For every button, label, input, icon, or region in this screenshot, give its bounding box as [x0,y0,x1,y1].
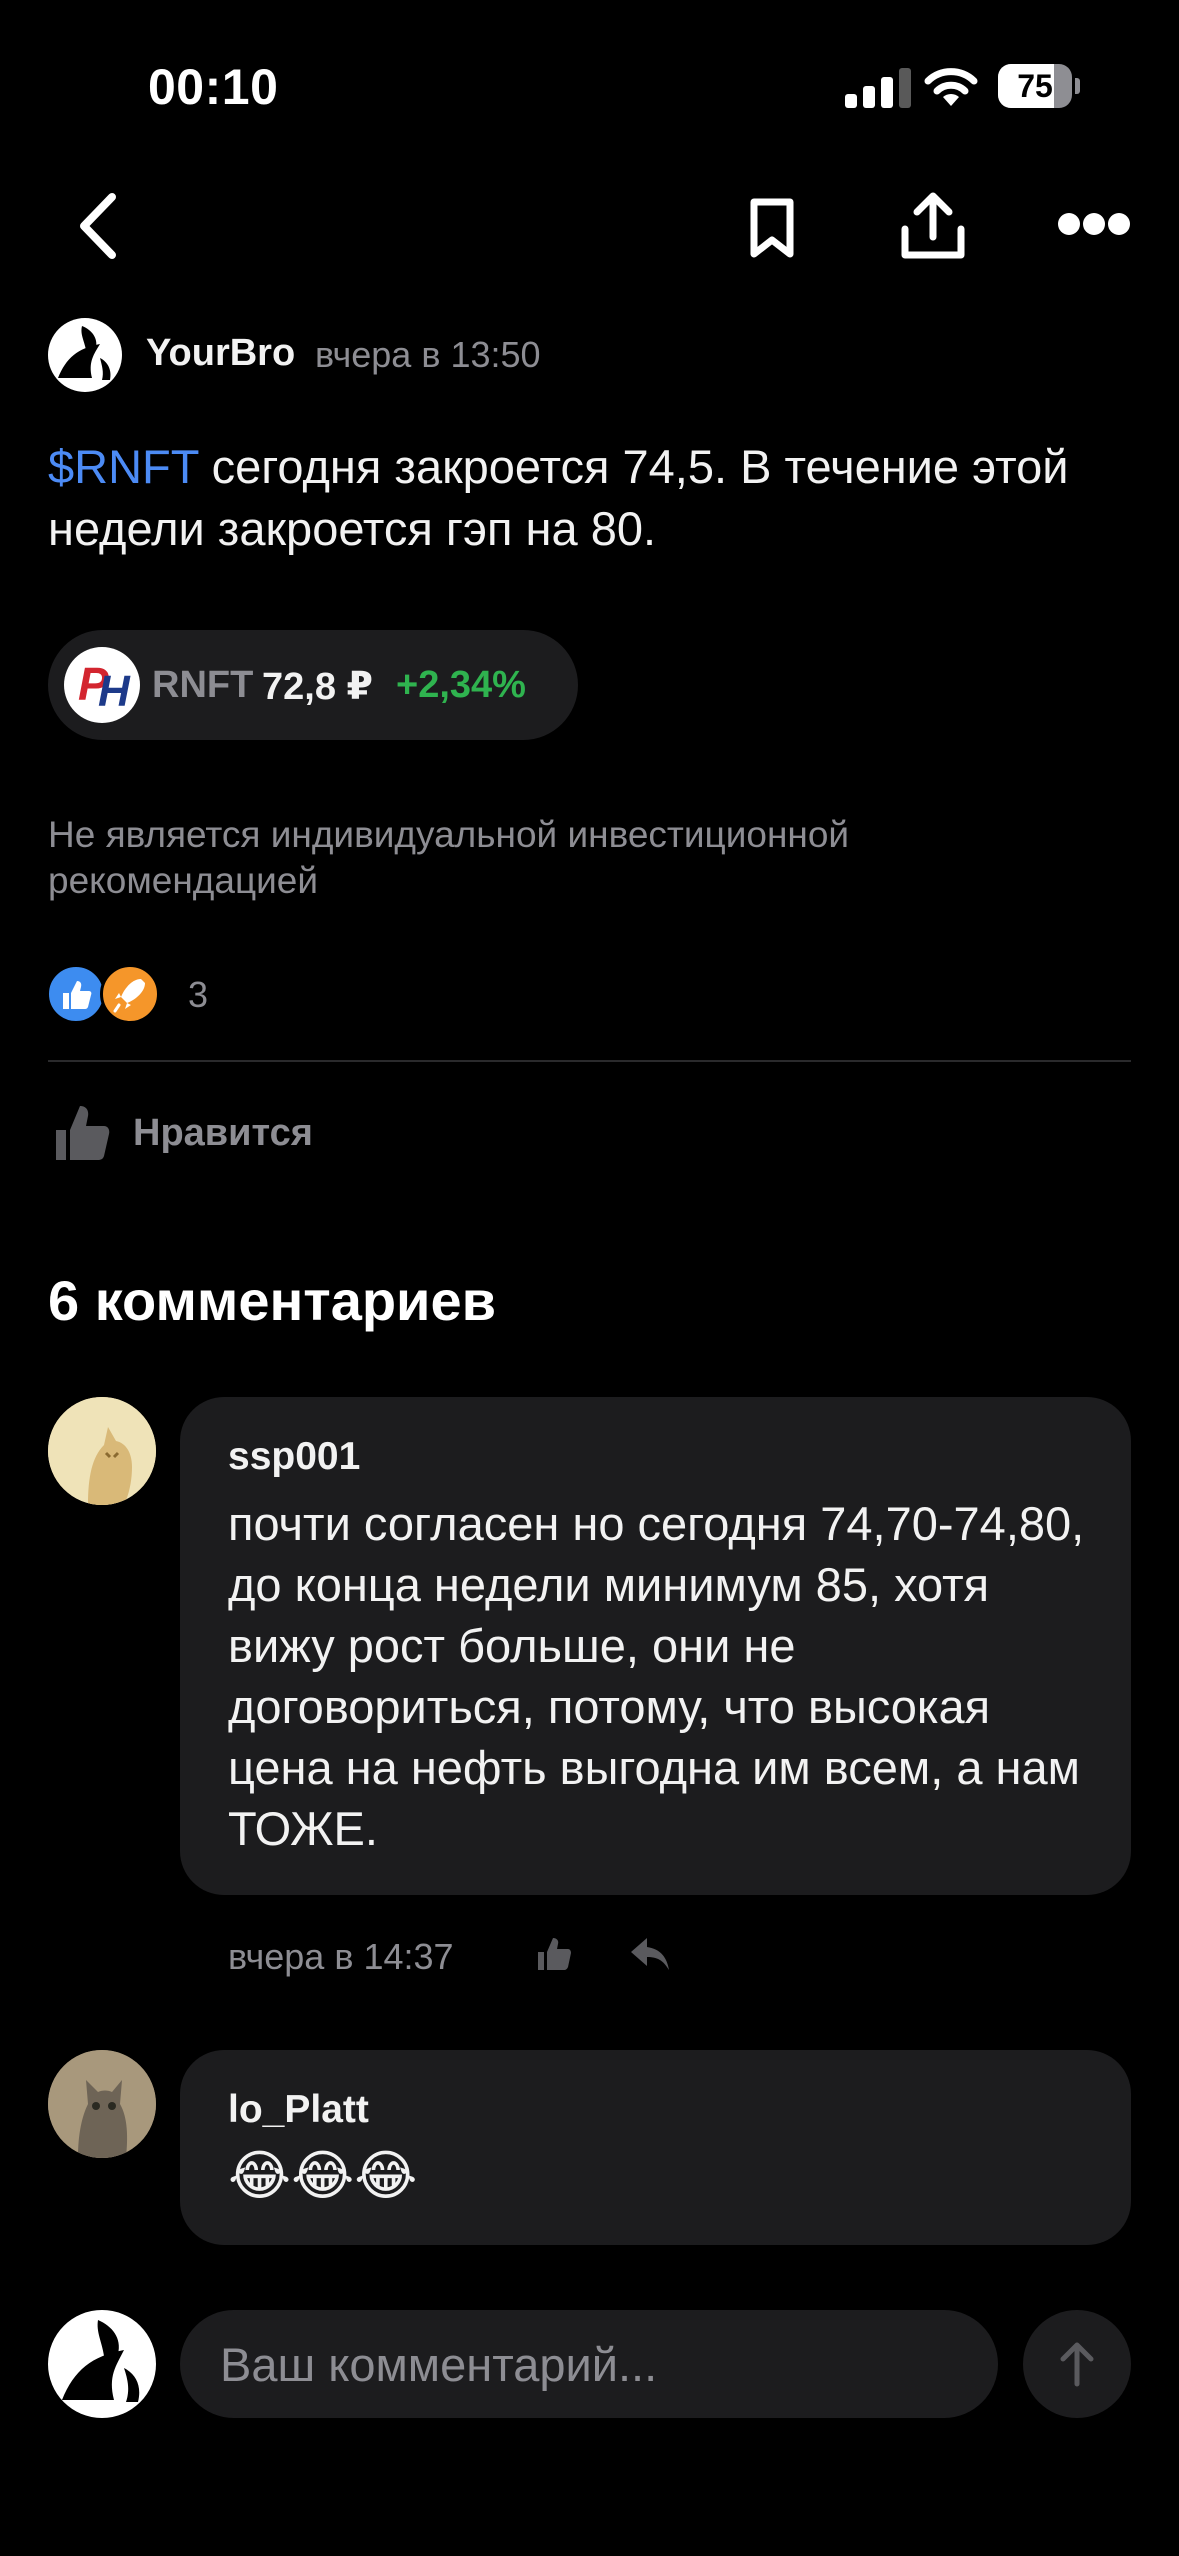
arrow-up-icon [1060,2342,1094,2387]
rocket-reaction-icon[interactable] [100,964,160,1024]
battery-icon: 75 [998,64,1080,108]
comments-title: 6 комментариев [48,1269,497,1332]
battery-level: 75 [1017,68,1053,104]
ticker-link[interactable]: $RNFT [48,440,199,493]
like-label[interactable]: Нравится [133,1112,313,1155]
chip-price: 72,8 ₽ [262,666,373,708]
ticker-chip[interactable]: PH RNFT 72,8 ₽ +2,34% [48,630,578,740]
comment-like-icon[interactable] [532,1932,576,1976]
bookmark-icon[interactable] [740,190,804,266]
signal-icon [845,68,911,108]
comment-input[interactable] [180,2310,998,2418]
comment-text: 😂😂😂 [228,2146,418,2206]
back-icon[interactable] [70,188,126,264]
thumbs-up-reaction-icon[interactable] [46,964,106,1024]
more-icon[interactable] [1058,208,1130,240]
status-bar: 00:10 75 [0,0,1179,175]
commenter-avatar[interactable] [48,2050,156,2158]
post-time: вчера в 13:50 [315,334,541,375]
author-avatar[interactable] [48,318,122,392]
disclaimer: Не является индивидуальной инвестиционно… [48,814,850,901]
comment-author[interactable]: ssp001 [228,1435,360,1479]
thumbs-up-icon [56,1106,110,1160]
my-avatar [48,2310,156,2418]
divider [48,1060,1131,1062]
comment-text: почти согласен но сегодня 74,70-74,80, д… [228,1497,1085,1855]
share-icon[interactable] [898,186,968,266]
comment-bubble: lo_Platt 😂😂😂 [180,2050,1131,2245]
status-time: 00:10 [148,59,279,115]
chip-change: +2,34% [396,664,526,706]
reply-icon[interactable] [628,1932,672,1976]
rusnarbank-logo-icon: PH [64,647,140,723]
reactions-count: 3 [188,974,209,1015]
comment-time: вчера в 14:37 [228,1936,454,1977]
post-text: $RNFT сегодня закроется 74,5. В течение … [48,436,1128,560]
comment-bubble: ssp001 почти согласен но сегодня 74,70-7… [180,1397,1131,1895]
author-name[interactable]: YourBro [146,332,295,375]
send-button[interactable] [1023,2310,1131,2418]
wifi-icon [923,62,979,108]
comment-author[interactable]: lo_Platt [228,2088,369,2132]
commenter-avatar[interactable] [48,1397,156,1505]
like-button[interactable] [48,1094,114,1172]
post-body: сегодня закроется 74,5. В течение этой н… [48,440,1069,555]
chip-ticker: RNFT [152,664,254,706]
